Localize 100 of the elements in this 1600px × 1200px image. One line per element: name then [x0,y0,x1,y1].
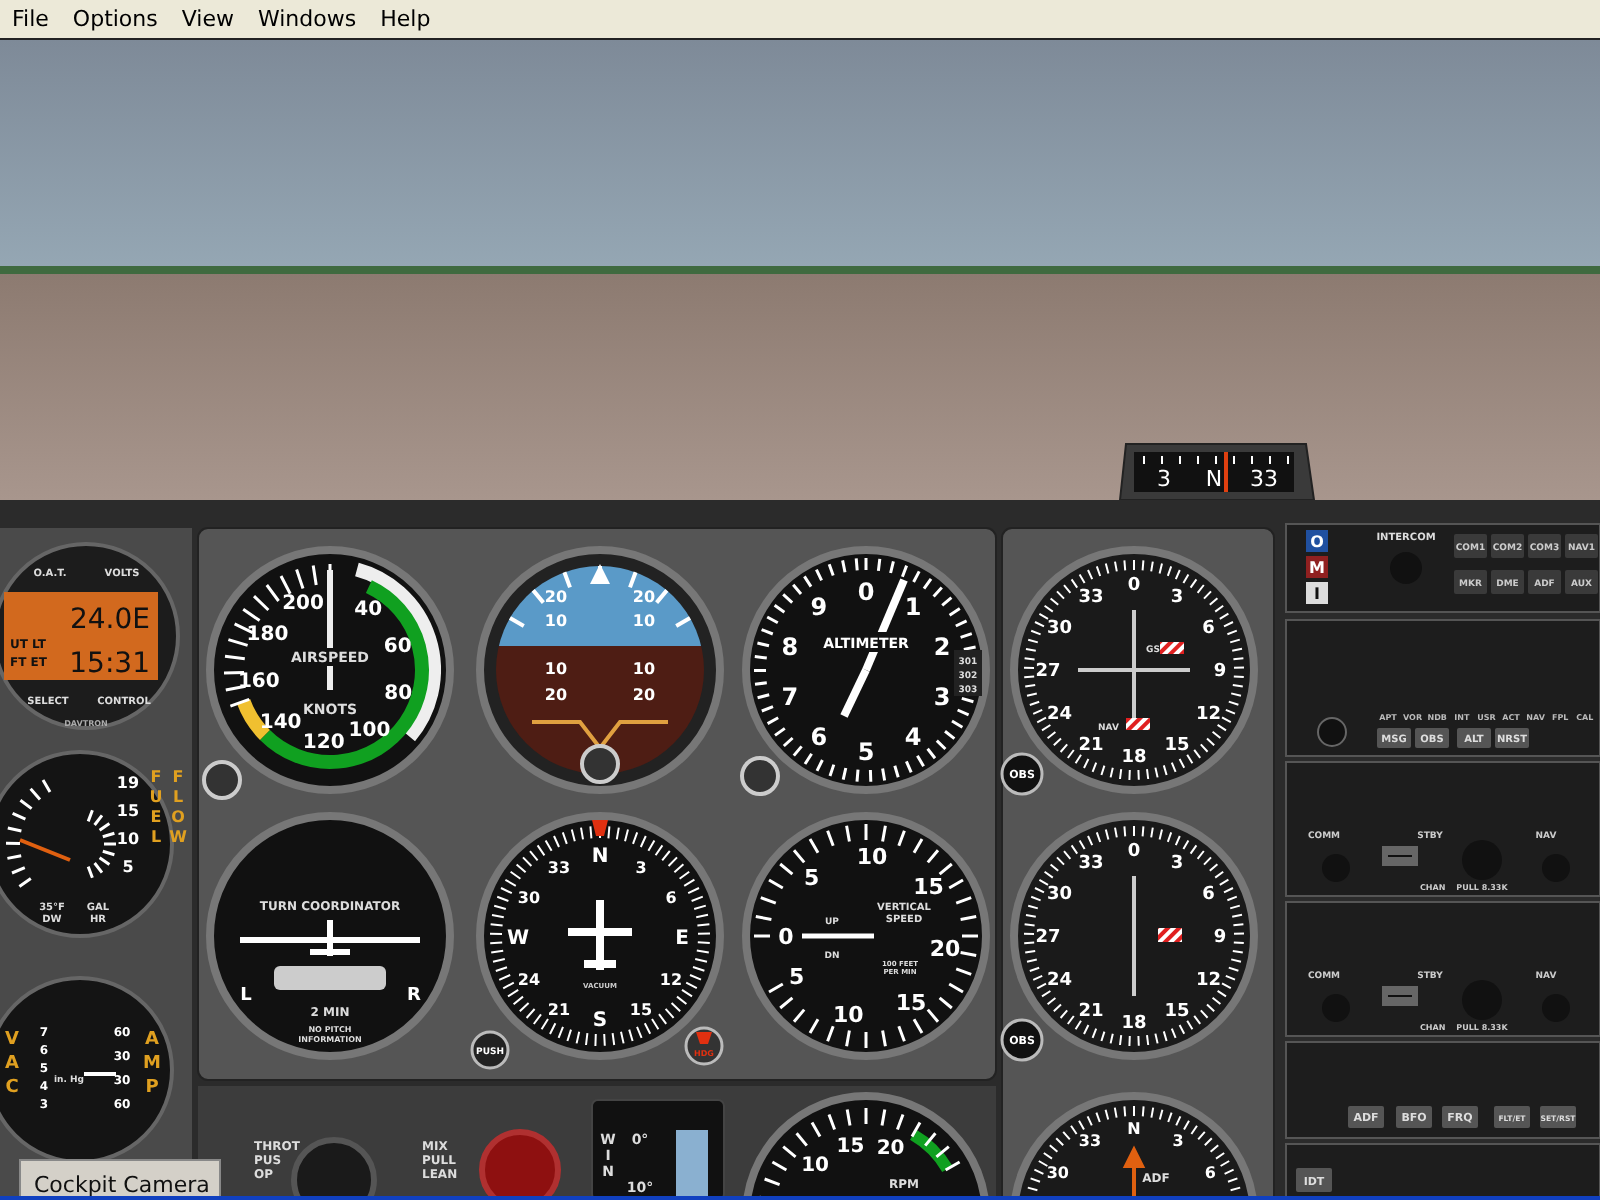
scale-number: 15 [1164,736,1190,757]
scale-number: 30 [1047,619,1073,639]
pressure-window [954,650,982,696]
heading-mark: N [591,846,609,868]
right-mark: R [407,986,421,1006]
scale-number: 10 [116,830,140,848]
menu-item[interactable]: File [0,6,61,32]
airplane-symbol [564,896,636,974]
scale-number: 0 [1127,842,1141,862]
scale-number: 5 [803,865,820,892]
scale-number: 18 [1121,1014,1147,1034]
compass-heading: 3 [1157,466,1171,492]
heading-bug [592,820,608,836]
scale-number: 40 [354,598,383,621]
scale-number: 10 [801,1155,829,1178]
scale-number: 200 [282,593,324,616]
menu-item[interactable]: Options [60,6,170,32]
scale-number: 19 [116,774,140,792]
push-button[interactable] [470,1030,510,1070]
needle [19,838,71,862]
needle [84,1072,116,1076]
gauge-label: FLOW [169,768,187,846]
cockpit-camera-window[interactable]: Cockpit Camera [19,1159,221,1200]
scale-number: 120 [302,731,345,754]
scale-number: 24 [1047,705,1073,725]
heading-mark: 30 [517,889,541,907]
heading-mark: S [592,1010,608,1032]
scale-number: 12 [1195,971,1221,991]
pitch-number: 20 [632,686,656,704]
scale-number: 15 [913,874,944,901]
clock-time: 15:31 [69,648,150,680]
pitch-number: 20 [632,588,656,606]
left-mark: L [240,986,252,1006]
scale-number: 2 [933,633,951,662]
scale-number: 6 [1204,1164,1216,1182]
scale-number: 100 [348,720,391,743]
scale-number: 15 [116,802,140,820]
marker-light: I [1306,582,1328,604]
scale-number: 20 [876,1138,905,1161]
knob[interactable] [202,760,242,800]
gauge-label: AMP [143,1030,161,1098]
scale-number: 5 [789,964,805,990]
pitch-number: 20 [544,686,568,704]
glideslope-needle [1078,668,1190,672]
warning-flag [1160,642,1184,654]
knob[interactable] [740,756,780,796]
pitch-number: 10 [544,660,568,678]
scale-number: 10 [832,1002,864,1028]
scale-number: 18 [1121,748,1147,768]
pitch-number: 10 [632,660,656,678]
scale-number: 27 [1035,928,1061,948]
obs-knob[interactable] [1000,752,1044,796]
menu-item[interactable]: Help [368,6,443,32]
clock-reading: 24.0E [69,604,150,636]
scale-number: 15 [895,990,927,1017]
pitch-number: 10 [544,612,568,630]
pitch-number: 20 [544,588,568,606]
scale-number: 12 [1195,705,1221,725]
scale-number: 3 [1170,587,1184,608]
adf-needle [1122,1148,1144,1200]
knob[interactable] [580,744,620,784]
scale-number: 33 [1078,587,1104,608]
scale-number: 6 [1202,619,1215,639]
scale-number: 7 [781,682,799,711]
scale-number: N [1127,1120,1141,1138]
scale-number: 20 [929,935,961,962]
rpm-range-arc [909,1129,953,1173]
scale-number: 10 [856,844,888,871]
obs-knob[interactable] [1000,1018,1044,1062]
heading-bug [696,1032,712,1044]
scale-number: 0 [778,924,794,950]
marker-light: O [1306,530,1328,552]
power-knob[interactable] [1317,717,1347,747]
needle [802,933,874,939]
scale-number: 180 [246,624,289,647]
fuel-flow-scale [4,778,118,888]
menu-item[interactable]: Windows [245,6,369,32]
gauge-label: VAC [5,1030,19,1098]
scale-number: 9 [1213,662,1227,682]
scale-number: 4 [904,722,922,751]
lubber-line [1224,452,1228,492]
scale-number: 21 [1078,736,1104,757]
swap-button[interactable] [1382,986,1418,1006]
compass-heading: N [1205,466,1223,492]
scale-number: 27 [1035,662,1061,682]
pitch-number: 10 [632,612,656,630]
scale-number: 15 [1164,1002,1190,1023]
swap-button[interactable] [1382,846,1418,866]
scale-number: 6 [1202,885,1215,905]
scale-number: 6 [810,722,828,751]
scale-number: 3 [933,682,951,711]
menu-item[interactable]: View [169,6,246,32]
inclinometer [274,966,386,990]
heading-mark: 12 [659,971,683,989]
mixture-knob[interactable] [479,1129,561,1200]
heading-mark: 6 [665,889,677,907]
scale-number: 3 [1172,1131,1184,1150]
scale-number: 140 [259,712,302,735]
flap-lever[interactable] [676,1130,708,1200]
course-needle [1132,876,1136,996]
